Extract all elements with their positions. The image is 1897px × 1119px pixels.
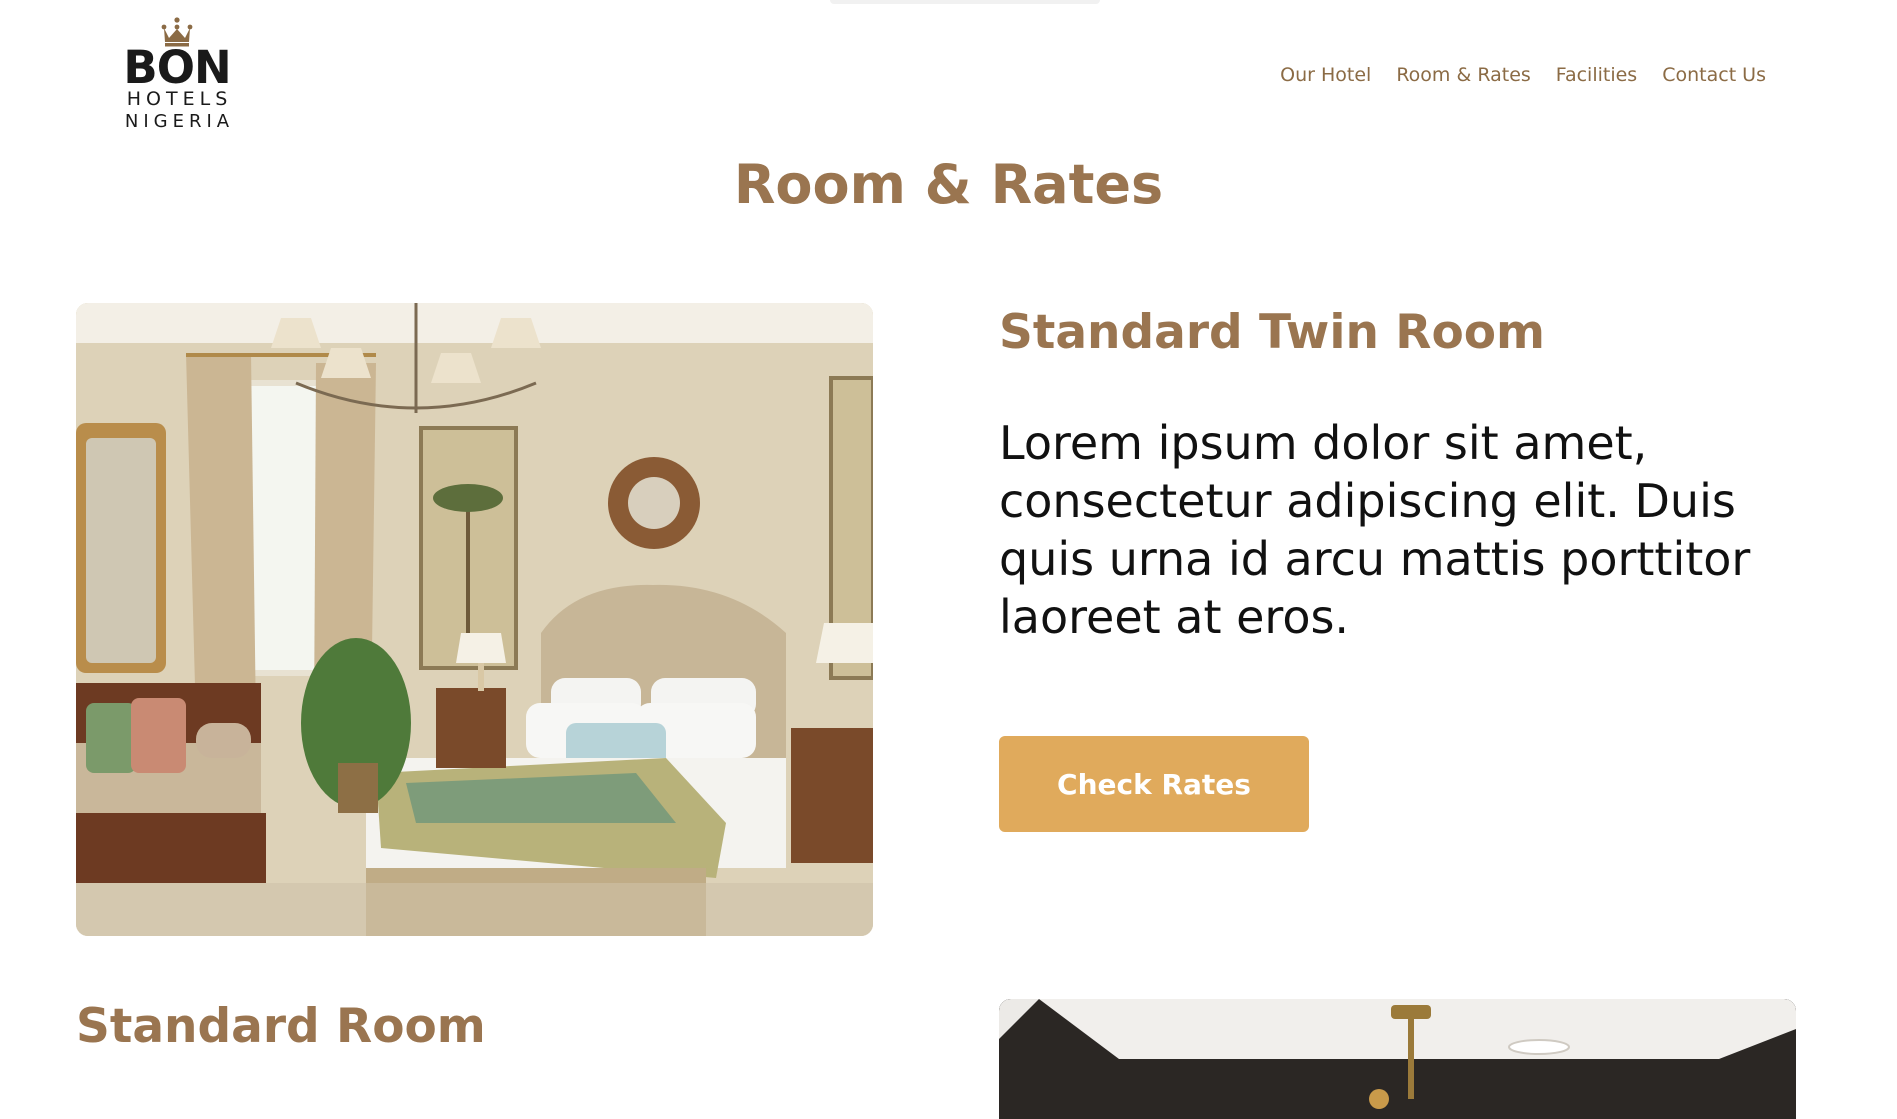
logo-line-nigeria: NIGERIA	[124, 111, 235, 132]
check-rates-button[interactable]: Check Rates	[999, 736, 1309, 832]
main-nav: Our Hotel Room & Rates Facilities Contac…	[1280, 64, 1766, 86]
logo-wordmark: BON	[123, 41, 231, 94]
nav-contact-us[interactable]: Contact Us	[1662, 64, 1766, 86]
room-title: Standard Room	[76, 999, 486, 1054]
room-description: Lorem ipsum dolor sit amet, consectetur …	[999, 416, 1751, 644]
top-scroll-indicator	[830, 0, 1100, 4]
page-title: Room & Rates	[733, 153, 1164, 216]
nav-room-rates[interactable]: Room & Rates	[1396, 64, 1530, 86]
room-title: Standard Twin Room	[999, 305, 1546, 360]
nav-facilities[interactable]: Facilities	[1556, 64, 1637, 86]
logo-line-hotels: HOTELS	[126, 88, 233, 110]
nav-our-hotel[interactable]: Our Hotel	[1280, 64, 1371, 86]
standard-room-photo	[999, 999, 1796, 1119]
brand-logo[interactable]: BON HOTELS NIGERIA	[112, 16, 242, 140]
standard-twin-room-photo	[76, 303, 873, 936]
